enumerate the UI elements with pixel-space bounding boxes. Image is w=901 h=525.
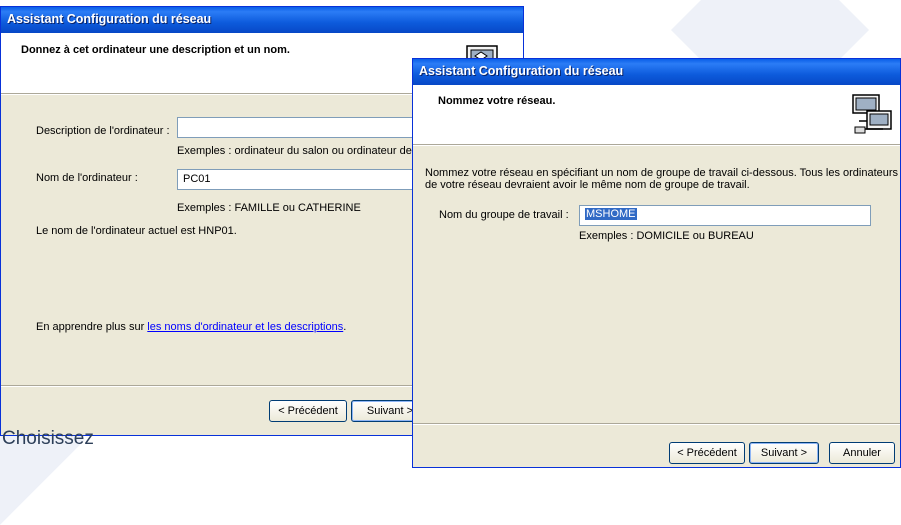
caption-text: Choisissez [2, 428, 94, 449]
workgroup-label: Nom du groupe de travail : [439, 209, 569, 221]
workgroup-examples: Exemples : DOMICILE ou BUREAU [579, 230, 754, 242]
learn-more-suffix: . [343, 321, 347, 333]
description-label: Description de l'ordinateur : [36, 125, 170, 137]
network-wizard-window-front: Assistant Configuration du réseau Nommez… [412, 58, 901, 468]
workgroup-input-selection: MSHOME [585, 208, 637, 220]
back-button[interactable]: < Précédent [269, 400, 347, 422]
description-examples: Exemples : ordinateur du salon ou ordina… [177, 145, 423, 157]
computer-name-label: Nom de l'ordinateur : [36, 172, 138, 184]
learn-more-text: En apprendre plus sur les noms d'ordinat… [36, 321, 346, 333]
next-button[interactable]: Suivant > [749, 442, 819, 464]
workgroup-input[interactable]: MSHOME [579, 205, 871, 226]
learn-more-prefix: En apprendre plus sur [36, 321, 148, 333]
window-title: Assistant Configuration du réseau [419, 64, 624, 78]
title-bar[interactable]: Assistant Configuration du réseau [1, 7, 523, 33]
learn-more-link[interactable]: les noms d'ordinateur et les description… [147, 321, 343, 333]
instructions-line-1: Nommez votre réseau en spécifiant un nom… [425, 167, 899, 179]
computer-name-examples: Exemples : FAMILLE ou CATHERINE [177, 202, 361, 214]
cancel-button[interactable]: Annuler [829, 442, 895, 464]
wizard-header: Nommez votre réseau. [413, 85, 900, 145]
window-title: Assistant Configuration du réseau [7, 12, 212, 26]
back-button[interactable]: < Précédent [669, 442, 745, 464]
current-name-text: Le nom de l'ordinateur actuel est HNP01. [36, 225, 237, 237]
wizard-header-title: Donnez à cet ordinateur une description … [21, 44, 290, 56]
instructions-line-2: de votre réseau devraient avoir le même … [425, 179, 750, 191]
network-computers-icon [852, 94, 892, 134]
button-separator [413, 423, 900, 425]
wizard-header-title: Nommez votre réseau. [438, 95, 556, 107]
title-bar[interactable]: Assistant Configuration du réseau [413, 59, 900, 85]
